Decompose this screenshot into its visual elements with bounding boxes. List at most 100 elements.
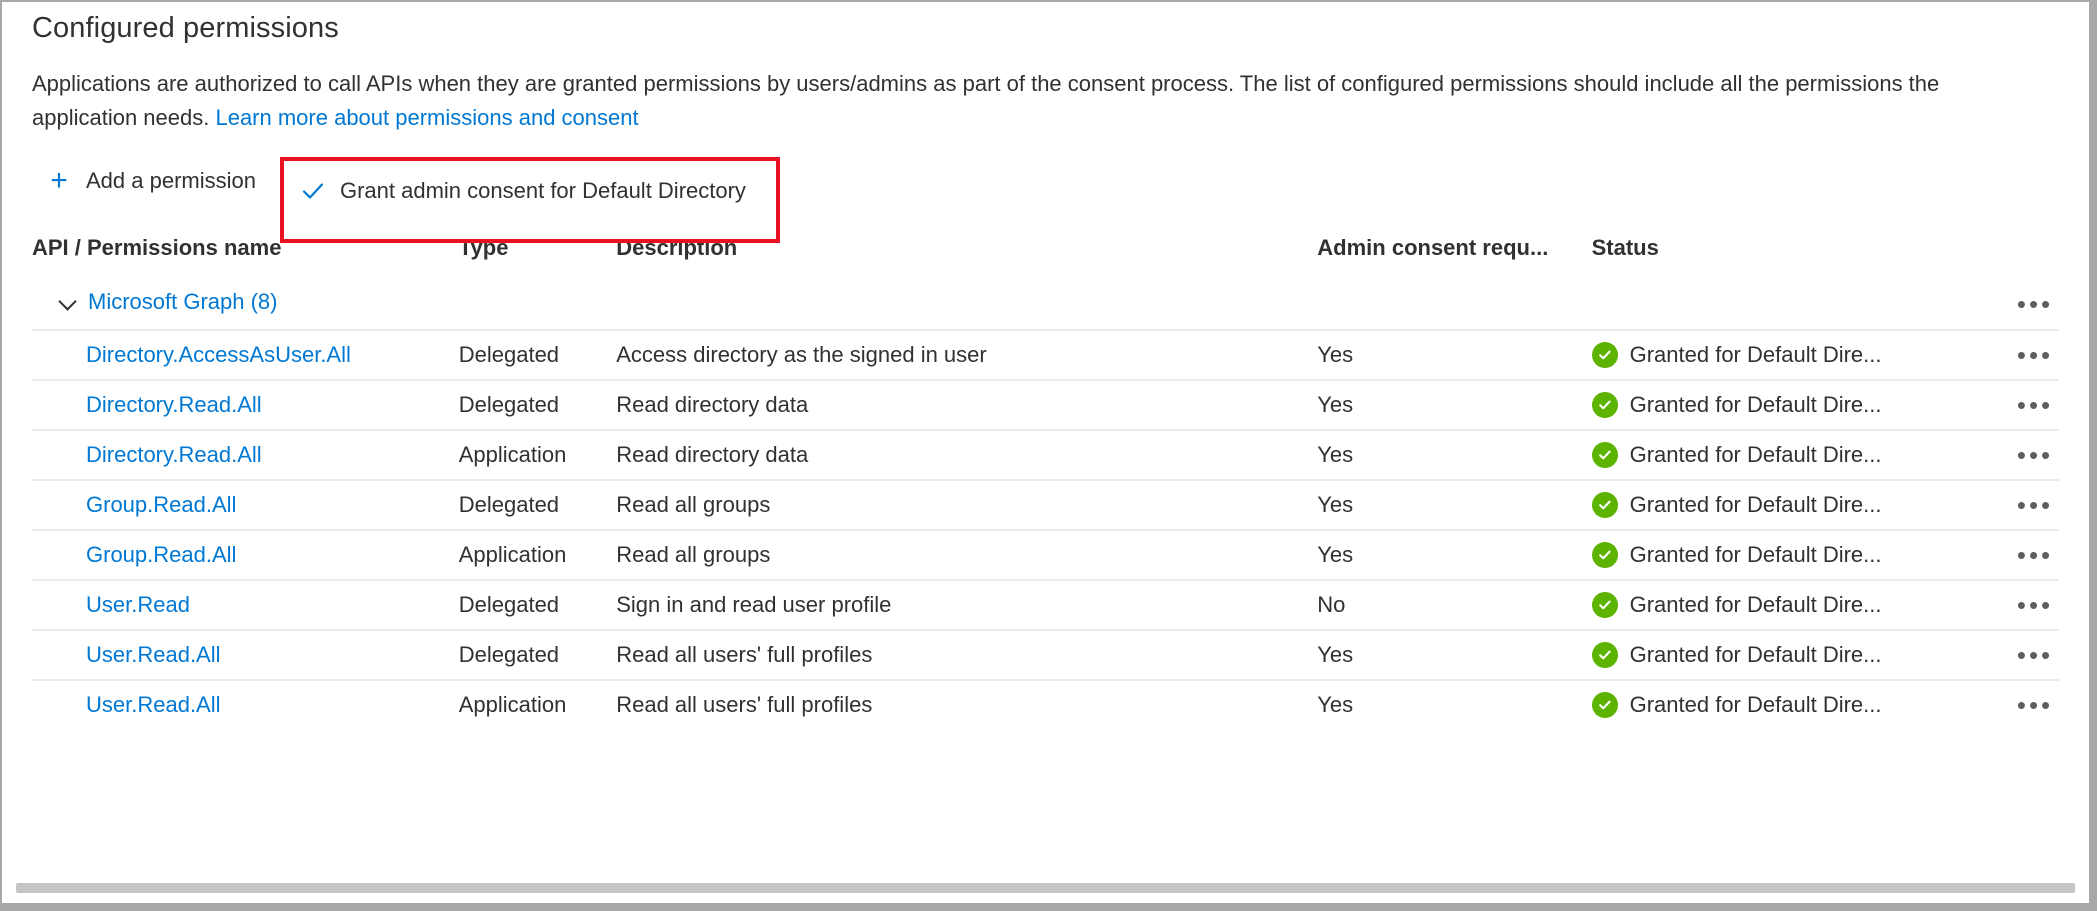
status-cell: Granted for Default Dire... [1591,479,1958,530]
table-row: User.Read.All Application Read all users' … [32,679,2059,729]
green-check-icon [1591,592,1618,618]
screenshot-frame: Configured permissions Applications are … [0,0,2097,911]
microsoft-graph-group-toggle[interactable]: Microsoft Graph (8) [58,289,278,315]
ellipsis-icon[interactable]: ••• [2011,535,2059,575]
column-header-status[interactable]: Status [1592,227,2059,279]
status-cell: Granted for Default Dire... [1591,379,1958,430]
permission-name-link[interactable]: Directory.AccessAsUser.All [32,342,351,367]
permission-name-cell: User.Read.All [32,629,459,680]
status-text: Granted for Default Dire... [1629,392,1882,417]
admin-consent-required-cell: Yes [1317,679,1592,729]
status-cell: Granted for Default Dire... [1591,679,1958,729]
ellipsis-icon[interactable]: ••• [2011,685,2059,725]
green-check-icon [1591,492,1618,518]
ellipsis-icon[interactable]: ••• [2011,585,2059,625]
add-permission-label: Add a permission [86,168,256,193]
admin-consent-required-cell: Yes [1317,529,1592,580]
row-menu-cell: ••• [1957,429,2059,480]
permission-description-cell: Read all users' full profiles [616,679,1318,729]
permission-type-cell: Delegated [458,629,617,680]
row-menu-cell: ••• [1957,329,2059,380]
status-cell: Granted for Default Dire... [1591,579,1958,630]
chevron-down-icon [58,291,80,313]
status-cell: Granted for Default Dire... [1591,629,1958,680]
permission-type-cell: Delegated [458,379,617,430]
green-check-icon [1591,542,1618,568]
admin-consent-required-cell: Yes [1317,479,1592,530]
permission-description-cell: Read directory data [616,379,1318,430]
status-cell: Granted for Default Dire... [1591,429,1958,480]
table-row: Directory.Read.All Delegated Read director… [32,379,2059,430]
admin-consent-required-cell: No [1317,579,1592,630]
row-menu-cell: ••• [1957,629,2059,680]
row-menu-cell: ••• [1957,529,2059,580]
permission-name-cell: User.Read [32,579,459,630]
table-row: User.Read.All Delegated Read all users' fu… [32,629,2059,680]
permission-description-cell: Access directory as the signed in user [616,329,1318,380]
permission-description-cell: Read all groups [616,479,1318,530]
permission-name-link[interactable]: User.Read [32,592,190,617]
status-text: Granted for Default Dire... [1629,642,1882,667]
row-menu-cell: ••• [1957,479,2059,530]
permission-type-cell: Application [458,429,617,480]
permissions-table: API / Permissions name Type Description … [32,227,2059,729]
grant-admin-consent-button[interactable]: Grant admin consent for Default Director… [294,167,766,215]
ellipsis-icon[interactable]: ••• [2011,335,2059,375]
ellipsis-icon[interactable]: ••• [2011,485,2059,525]
permission-name-cell: Group.Read.All [32,529,459,580]
permission-name-link[interactable]: User.Read.All [32,692,221,717]
row-menu-cell: ••• [1957,379,2059,430]
ellipsis-icon[interactable]: ••• [2011,385,2059,425]
permission-name-cell: User.Read.All [32,679,459,729]
permission-description-cell: Read all users' full profiles [616,629,1318,680]
green-check-icon [1591,392,1618,418]
green-check-icon [1591,692,1618,718]
table-row: Directory.Read.All Application Read direct… [32,429,2059,480]
permission-name-link[interactable]: Directory.Read.All [32,392,262,417]
permission-description-cell: Read directory data [616,429,1318,480]
table-body: Microsoft Graph (8) ••• Directory.Access… [32,279,2059,729]
permission-name-link[interactable]: Group.Read.All [32,542,236,567]
api-group-menu-cell: ••• [1957,279,2059,330]
horizontal-scrollbar[interactable] [16,883,2075,893]
status-text: Granted for Default Dire... [1629,592,1882,617]
status-cell: Granted for Default Dire... [1591,529,1958,580]
column-header-admin-consent[interactable]: Admin consent requ... [1317,227,1591,279]
row-menu-cell: ••• [1957,579,2059,630]
admin-consent-required-cell: Yes [1317,329,1592,380]
admin-consent-required-cell: Yes [1317,429,1592,480]
configured-permissions-panel: Configured permissions Applications are … [2,2,2089,903]
permission-type-cell: Application [458,529,617,580]
table-row: Group.Read.All Application Read all groups… [32,529,2059,580]
status-text: Granted for Default Dire... [1629,342,1882,367]
ellipsis-icon[interactable]: ••• [2011,435,2059,475]
status-text: Granted for Default Dire... [1629,492,1882,517]
api-group-cell: Microsoft Graph (8) [32,279,1957,330]
api-group-row: Microsoft Graph (8) ••• [32,279,2059,330]
status-text: Granted for Default Dire... [1629,542,1882,567]
permission-type-cell: Application [458,679,617,729]
checkmark-icon [300,178,326,204]
status-text: Granted for Default Dire... [1629,442,1882,467]
permission-type-cell: Delegated [458,479,617,530]
permission-description-cell: Read all groups [616,529,1318,580]
permission-type-cell: Delegated [458,329,617,380]
green-check-icon [1591,442,1618,468]
learn-more-link[interactable]: Learn more about permissions and consent [215,105,638,130]
permission-description-cell: Sign in and read user profile [616,579,1318,630]
permission-name-link[interactable]: Group.Read.All [32,492,236,517]
ellipsis-icon[interactable]: ••• [2011,284,2059,324]
permission-type-cell: Delegated [458,579,617,630]
permission-name-cell: Directory.Read.All [32,429,459,480]
grant-consent-highlight: Grant admin consent for Default Director… [279,157,780,243]
ellipsis-icon[interactable]: ••• [2011,635,2059,675]
page-title: Configured permissions [32,12,339,44]
add-permission-button[interactable]: + Add a permission [32,157,270,205]
permission-name-link[interactable]: User.Read.All [32,642,221,667]
row-menu-cell: ••• [1957,679,2059,729]
permission-name-cell: Directory.Read.All [32,379,459,430]
permission-name-cell: Directory.AccessAsUser.All [32,329,459,380]
permission-name-link[interactable]: Directory.Read.All [32,442,262,467]
plus-icon: + [50,164,68,197]
table-row: User.Read Delegated Sign in and read user … [32,579,2059,630]
